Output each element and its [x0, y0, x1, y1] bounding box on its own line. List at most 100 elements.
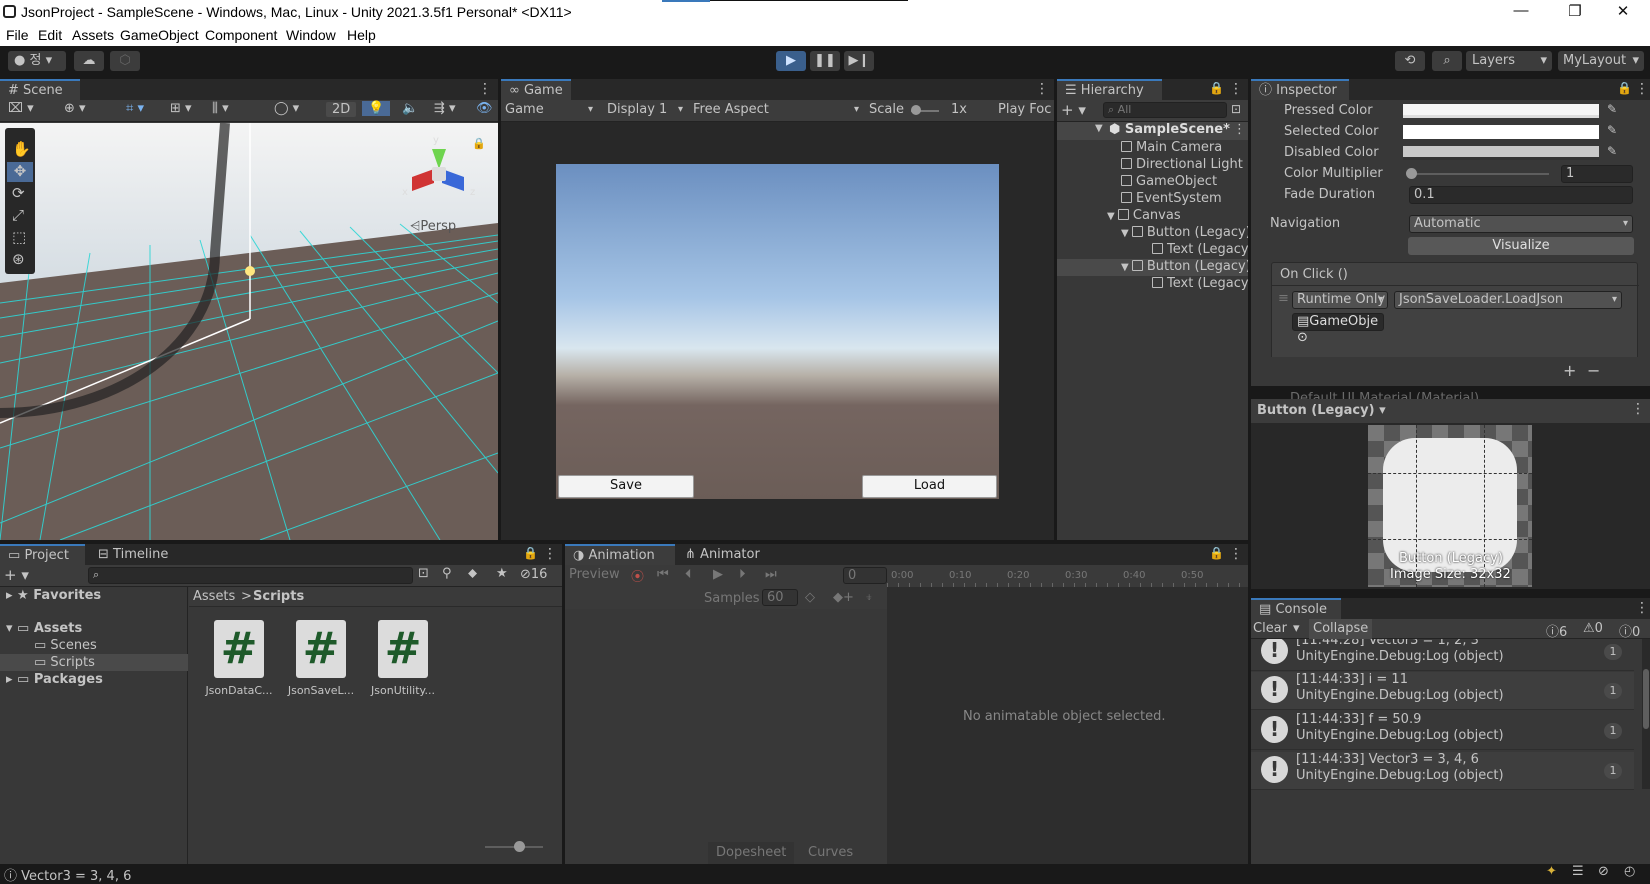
- inspector-lock-icon[interactable]: 🔒: [1617, 81, 1632, 95]
- play-button[interactable]: ▶: [776, 51, 806, 71]
- animation-menu-icon[interactable]: ⋮: [1229, 546, 1243, 562]
- hierarchy-item[interactable]: Text (Legacy): [1152, 276, 1248, 292]
- audio-icon[interactable]: 🔈: [402, 101, 418, 116]
- snap-increment-icon[interactable]: ⫼ ▾: [212, 101, 229, 116]
- tab-scene[interactable]: # Scene: [0, 79, 80, 100]
- tab-inspector[interactable]: ⓘ Inspector: [1251, 79, 1349, 100]
- first-key-icon[interactable]: ⏮: [657, 567, 669, 582]
- grid-snap-icon[interactable]: ⊞ ▾: [170, 101, 192, 116]
- lighting-status-icon[interactable]: ✦: [1546, 864, 1557, 879]
- samples-input[interactable]: 60: [762, 589, 798, 606]
- dopesheet-area[interactable]: No animatable object selected.: [887, 587, 1248, 864]
- pressed-color-swatch[interactable]: [1403, 104, 1599, 118]
- record-icon[interactable]: ⦿: [631, 566, 644, 585]
- icon-size-slider-thumb[interactable]: [514, 841, 525, 852]
- game-view-dropdown[interactable]: Game: [505, 101, 597, 119]
- search-filter-icon[interactable]: ⊡: [1231, 102, 1241, 116]
- transform-tools-icon[interactable]: ⌗ ▾: [126, 101, 144, 116]
- hierarchy-menu-icon[interactable]: ⋮: [1229, 81, 1243, 97]
- rotate-tool-icon[interactable]: ⟳: [12, 184, 25, 202]
- hierarchy-item[interactable]: Directional Light: [1121, 157, 1243, 173]
- animation-lock-icon[interactable]: 🔒: [1209, 546, 1224, 560]
- visualize-button[interactable]: Visualize: [1408, 237, 1634, 255]
- filter-icon[interactable]: ⚲: [442, 566, 452, 581]
- add-keyframe-icon[interactable]: ◇: [805, 590, 815, 605]
- breadcrumb-assets[interactable]: Assets: [193, 589, 235, 604]
- effects-icon[interactable]: ⇶ ▾: [434, 101, 456, 116]
- game-menu-icon[interactable]: ⋮: [1035, 81, 1049, 97]
- add-event-icon[interactable]: +: [1563, 361, 1576, 380]
- tab-animation[interactable]: ◑ Animation: [565, 544, 675, 565]
- breadcrumb-scripts[interactable]: Scripts: [253, 589, 304, 604]
- tab-timeline[interactable]: ⊟ Timeline: [90, 544, 176, 565]
- remove-event-icon[interactable]: −: [1587, 361, 1600, 380]
- target-object-field[interactable]: ▤GameObje ⊙: [1292, 313, 1384, 345]
- log-filter[interactable]: ⓘ6: [1546, 621, 1567, 640]
- menu-gameobject[interactable]: GameObject: [120, 27, 199, 43]
- hierarchy-item[interactable]: GameObject: [1121, 174, 1217, 190]
- transform-tool-icon[interactable]: ⊛: [12, 250, 25, 268]
- menu-help[interactable]: Help: [347, 27, 376, 43]
- rect-tool-icon[interactable]: ⬚: [12, 228, 26, 246]
- warning-filter[interactable]: ⚠0: [1583, 621, 1603, 636]
- frame-input[interactable]: 0: [843, 567, 887, 584]
- color-multiplier-input[interactable]: 1: [1561, 165, 1633, 183]
- scene-viewport[interactable]: ✋ ✥ ⟳ ⤢ ⬚ ⊛ y x z 🔒 ⩤Persp: [0, 123, 498, 540]
- hierarchy-item[interactable]: ▼ Button (Legacy): [1121, 225, 1248, 241]
- log-entry[interactable]: ! [11:44:33] Vector3 = 3, 4, 6 UnityEngi…: [1251, 752, 1634, 790]
- menu-edit[interactable]: Edit: [38, 27, 62, 43]
- project-menu-icon[interactable]: ⋮: [543, 546, 557, 562]
- display-dropdown[interactable]: Display 1: [607, 101, 687, 119]
- clear-options-icon[interactable]: ▾: [1293, 621, 1300, 636]
- scale-tool-icon[interactable]: ⤢: [12, 206, 24, 224]
- tab-animator[interactable]: ⋔ Animator: [677, 544, 768, 565]
- tree-packages[interactable]: ▸ ▭ Packages: [6, 672, 103, 688]
- scene-menu-kebab[interactable]: ⋮: [1233, 122, 1246, 137]
- inspector-menu-icon[interactable]: ⋮: [1635, 81, 1649, 97]
- timeline-ruler[interactable]: 0:00 0:10 0:20 0:30 0:40 0:50: [887, 565, 1248, 587]
- minimize-icon[interactable]: —: [1498, 2, 1544, 24]
- visibility-icon[interactable]: 👁: [476, 101, 493, 116]
- create-plus-icon[interactable]: + ▾: [1061, 101, 1086, 119]
- debug-icon[interactable]: ⊘: [1598, 864, 1609, 879]
- scale-slider-thumb[interactable]: [911, 105, 921, 115]
- preview-title[interactable]: Button (Legacy) ▾: [1257, 403, 1386, 418]
- preview-toggle[interactable]: Preview: [569, 567, 620, 582]
- search-by-type-icon[interactable]: ⊡: [418, 566, 429, 581]
- step-button[interactable]: ▶❙: [844, 51, 874, 71]
- preview-menu-icon[interactable]: ⋮: [1631, 401, 1645, 417]
- tree-assets[interactable]: ▾ ▭ Assets: [6, 621, 82, 637]
- project-lock-icon[interactable]: 🔒: [523, 546, 538, 560]
- csharp-script-icon[interactable]: #: [296, 620, 346, 678]
- log-entry[interactable]: ! [11:44:33] i = 11 UnityEngine.Debug:Lo…: [1251, 672, 1634, 710]
- shading-icon[interactable]: ◯ ▾: [274, 101, 299, 116]
- csharp-script-icon[interactable]: #: [214, 620, 264, 678]
- hierarchy-search-input[interactable]: ⌕ All: [1103, 102, 1227, 118]
- disabled-color-swatch[interactable]: [1403, 146, 1599, 160]
- favorite-star-icon[interactable]: ★: [496, 566, 508, 581]
- menu-component[interactable]: Component: [205, 27, 277, 43]
- tab-curves[interactable]: Curves: [800, 842, 861, 864]
- globe-icon[interactable]: ⊕ ▾: [64, 101, 86, 116]
- scrollbar-thumb[interactable]: [1643, 669, 1649, 729]
- pause-button[interactable]: ❚❚: [810, 51, 840, 71]
- close-icon[interactable]: ✕: [1600, 2, 1646, 24]
- console-scrollbar[interactable]: [1642, 639, 1650, 789]
- 2d-toggle[interactable]: 2D: [326, 102, 357, 117]
- layers-dropdown[interactable]: Layers ▾: [1466, 51, 1552, 71]
- save-button[interactable]: Save: [558, 475, 694, 498]
- eyedropper-icon[interactable]: ✎: [1607, 144, 1617, 158]
- last-key-icon[interactable]: ⏭: [765, 567, 777, 582]
- aspect-dropdown[interactable]: Free Aspect: [693, 101, 863, 119]
- tree-favorites[interactable]: ▸ ★ Favorites: [6, 588, 101, 604]
- eyedropper-icon[interactable]: ✎: [1607, 102, 1617, 116]
- account-dropdown[interactable]: ● 정 ▾: [8, 51, 66, 71]
- log-entry[interactable]: ! [11:44:33] f = 50.9 UnityEngine.Debug:…: [1251, 712, 1634, 750]
- hierarchy-item[interactable]: ▼ Canvas: [1107, 208, 1181, 224]
- lock-icon[interactable]: 🔒: [472, 137, 486, 150]
- navigation-dropdown[interactable]: Automatic: [1409, 215, 1633, 233]
- next-key-icon[interactable]: ⏵: [739, 567, 746, 582]
- multiplier-slider-track[interactable]: [1413, 173, 1549, 175]
- selected-color-swatch[interactable]: [1403, 125, 1599, 139]
- scene-root-row[interactable]: ▼ ⬢ SampleScene* ⋮: [1057, 122, 1248, 140]
